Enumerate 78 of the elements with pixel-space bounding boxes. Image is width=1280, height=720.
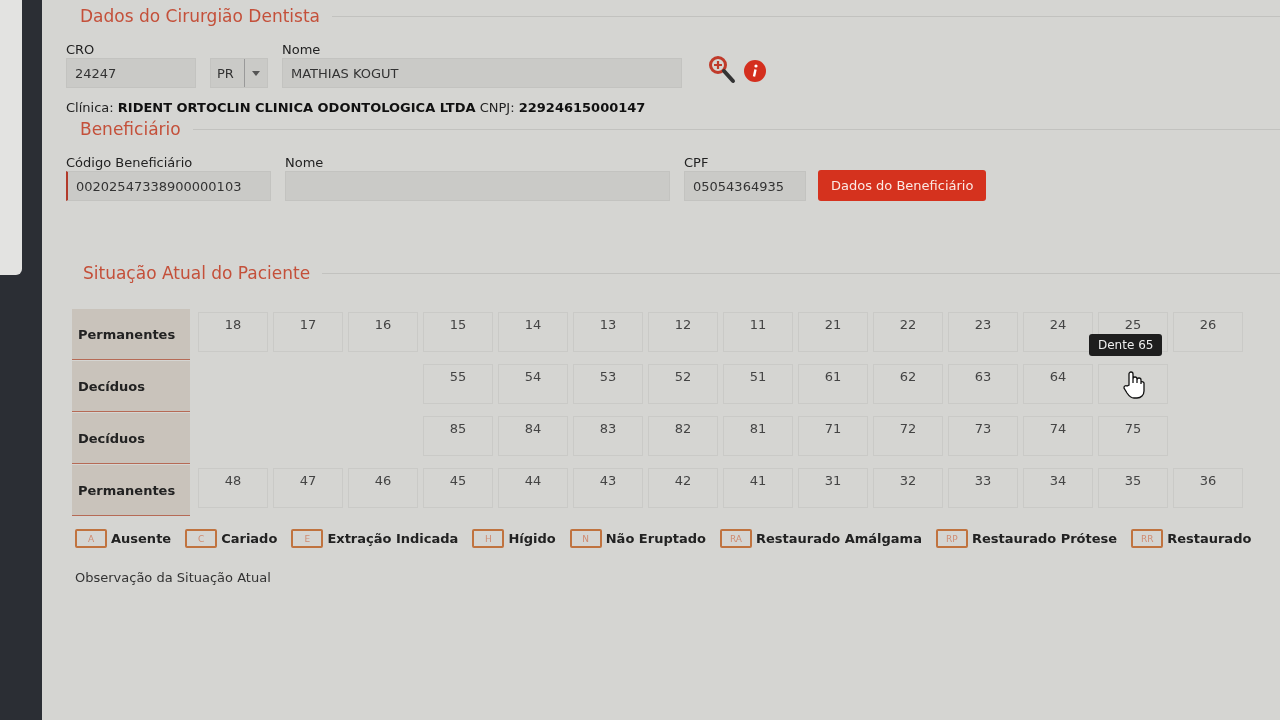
tooth-cell[interactable]: 44 (498, 468, 568, 508)
tooth-cell[interactable]: 34 (1023, 468, 1093, 508)
tooth-cell[interactable]: 54 (498, 364, 568, 404)
tooth-cell[interactable]: 13 (573, 312, 643, 352)
tooth-cell[interactable]: 31 (798, 468, 868, 508)
row-label: Permanentes (72, 309, 190, 360)
tooth-cell[interactable]: 43 (573, 468, 643, 508)
section-title: Beneficiário (80, 119, 181, 139)
tooth-cell[interactable]: 15 (423, 312, 493, 352)
legend-label: Hígido (508, 531, 556, 546)
section-title: Dados do Cirurgião Dentista (80, 6, 320, 26)
tooth-cell[interactable]: 18 (198, 312, 268, 352)
zoom-in-icon[interactable] (708, 55, 736, 85)
field-label: CRO (66, 42, 96, 57)
tooth-cell[interactable]: 83 (573, 416, 643, 456)
tooth-cell[interactable]: 12 (648, 312, 718, 352)
field-label: Código Beneficiário (66, 155, 194, 170)
observation-label: Observação da Situação Atual (75, 570, 272, 585)
tooth-cell[interactable]: 85 (423, 416, 493, 456)
tooth-cell[interactable]: 53 (573, 364, 643, 404)
legend-label: Restaurado (1167, 531, 1252, 546)
tooth-cell[interactable]: 74 (1023, 416, 1093, 456)
tooth-cell[interactable]: 61 (798, 364, 868, 404)
tooth-cell[interactable]: 45 (423, 468, 493, 508)
tooth-cell[interactable]: 84 (498, 416, 568, 456)
row-label: Decíduos (72, 413, 190, 464)
beneficiary-data-button[interactable]: Dados do Beneficiário (818, 170, 987, 201)
tooth-cell[interactable]: 22 (873, 312, 943, 352)
state-dropdown[interactable]: PR (210, 58, 268, 88)
section-title: Situação Atual do Paciente (83, 263, 311, 283)
field-label: Nome (285, 155, 325, 170)
tooth-cell[interactable]: 26 (1173, 312, 1243, 352)
caret-icon (252, 70, 260, 76)
tooth-cell[interactable]: 48 (198, 468, 268, 508)
tooth-cell[interactable]: 71 (798, 416, 868, 456)
tooth-cell[interactable]: 52 (648, 364, 718, 404)
tooth-cell[interactable]: 23 (948, 312, 1018, 352)
tooth-cell[interactable]: 17 (273, 312, 343, 352)
tooth-cell[interactable]: 73 (948, 416, 1018, 456)
tooth-cell[interactable]: 46 (348, 468, 418, 508)
info-icon[interactable] (744, 60, 766, 82)
tooth-cell[interactable]: 32 (873, 468, 943, 508)
tooth-cell[interactable]: 55 (423, 364, 493, 404)
tooth-cell[interactable]: 11 (723, 312, 793, 352)
tooth-cell[interactable]: 63 (948, 364, 1018, 404)
row-label: Decíduos (72, 361, 190, 412)
tooth-cell[interactable]: 14 (498, 312, 568, 352)
tooth-cell[interactable]: 47 (273, 468, 343, 508)
tooth-cell[interactable]: 21 (798, 312, 868, 352)
tooth-cell[interactable]: 81 (723, 416, 793, 456)
cpf-field[interactable]: 05054364935 (684, 171, 806, 201)
tooltip: Dente 65 (1089, 334, 1163, 356)
tooth-cell[interactable]: 36 (1173, 468, 1243, 508)
legend-label: Não Eruptado (605, 531, 706, 546)
tooth-cell[interactable]: 64 (1023, 364, 1093, 404)
name-field[interactable]: MATHIAS KOGUT (282, 58, 682, 88)
field-label: CPF (684, 155, 710, 170)
legend-label: Extração Indicada (327, 531, 459, 546)
tooth-cell[interactable]: 41 (723, 468, 793, 508)
tooth-cell[interactable]: 75 (1098, 416, 1168, 456)
tooth-cell[interactable]: 51 (723, 364, 793, 404)
tooth-cell[interactable]: 42 (648, 468, 718, 508)
tooth-cell[interactable]: 35 (1098, 468, 1168, 508)
tooth-cell[interactable]: 33 (948, 468, 1018, 508)
tooth-cell[interactable]: 62 (873, 364, 943, 404)
clinic-info: Clínica: RIDENT ORTOCLIN CLINICA ODONTOLOGICA LTDA CNPJ: 22924615000147 (66, 100, 647, 115)
field-label: Nome (282, 42, 322, 57)
row-label: Permanentes (72, 465, 190, 516)
cro-field[interactable]: 24247 (66, 58, 196, 88)
tooth-cell[interactable]: 82 (648, 416, 718, 456)
legend-label: Ausente (111, 531, 172, 546)
tooth-cell[interactable]: 72 (873, 416, 943, 456)
legend-label: Restaurado Amálgama (755, 531, 922, 546)
tooth-cell[interactable]: 16 (348, 312, 418, 352)
legend-label: Cariado (221, 531, 278, 546)
legend-label: Restaurado Prótese (971, 531, 1118, 546)
beneficiary-code-field[interactable]: 00202547338900000103 (66, 171, 271, 201)
hand-cursor-icon (1123, 371, 1145, 399)
